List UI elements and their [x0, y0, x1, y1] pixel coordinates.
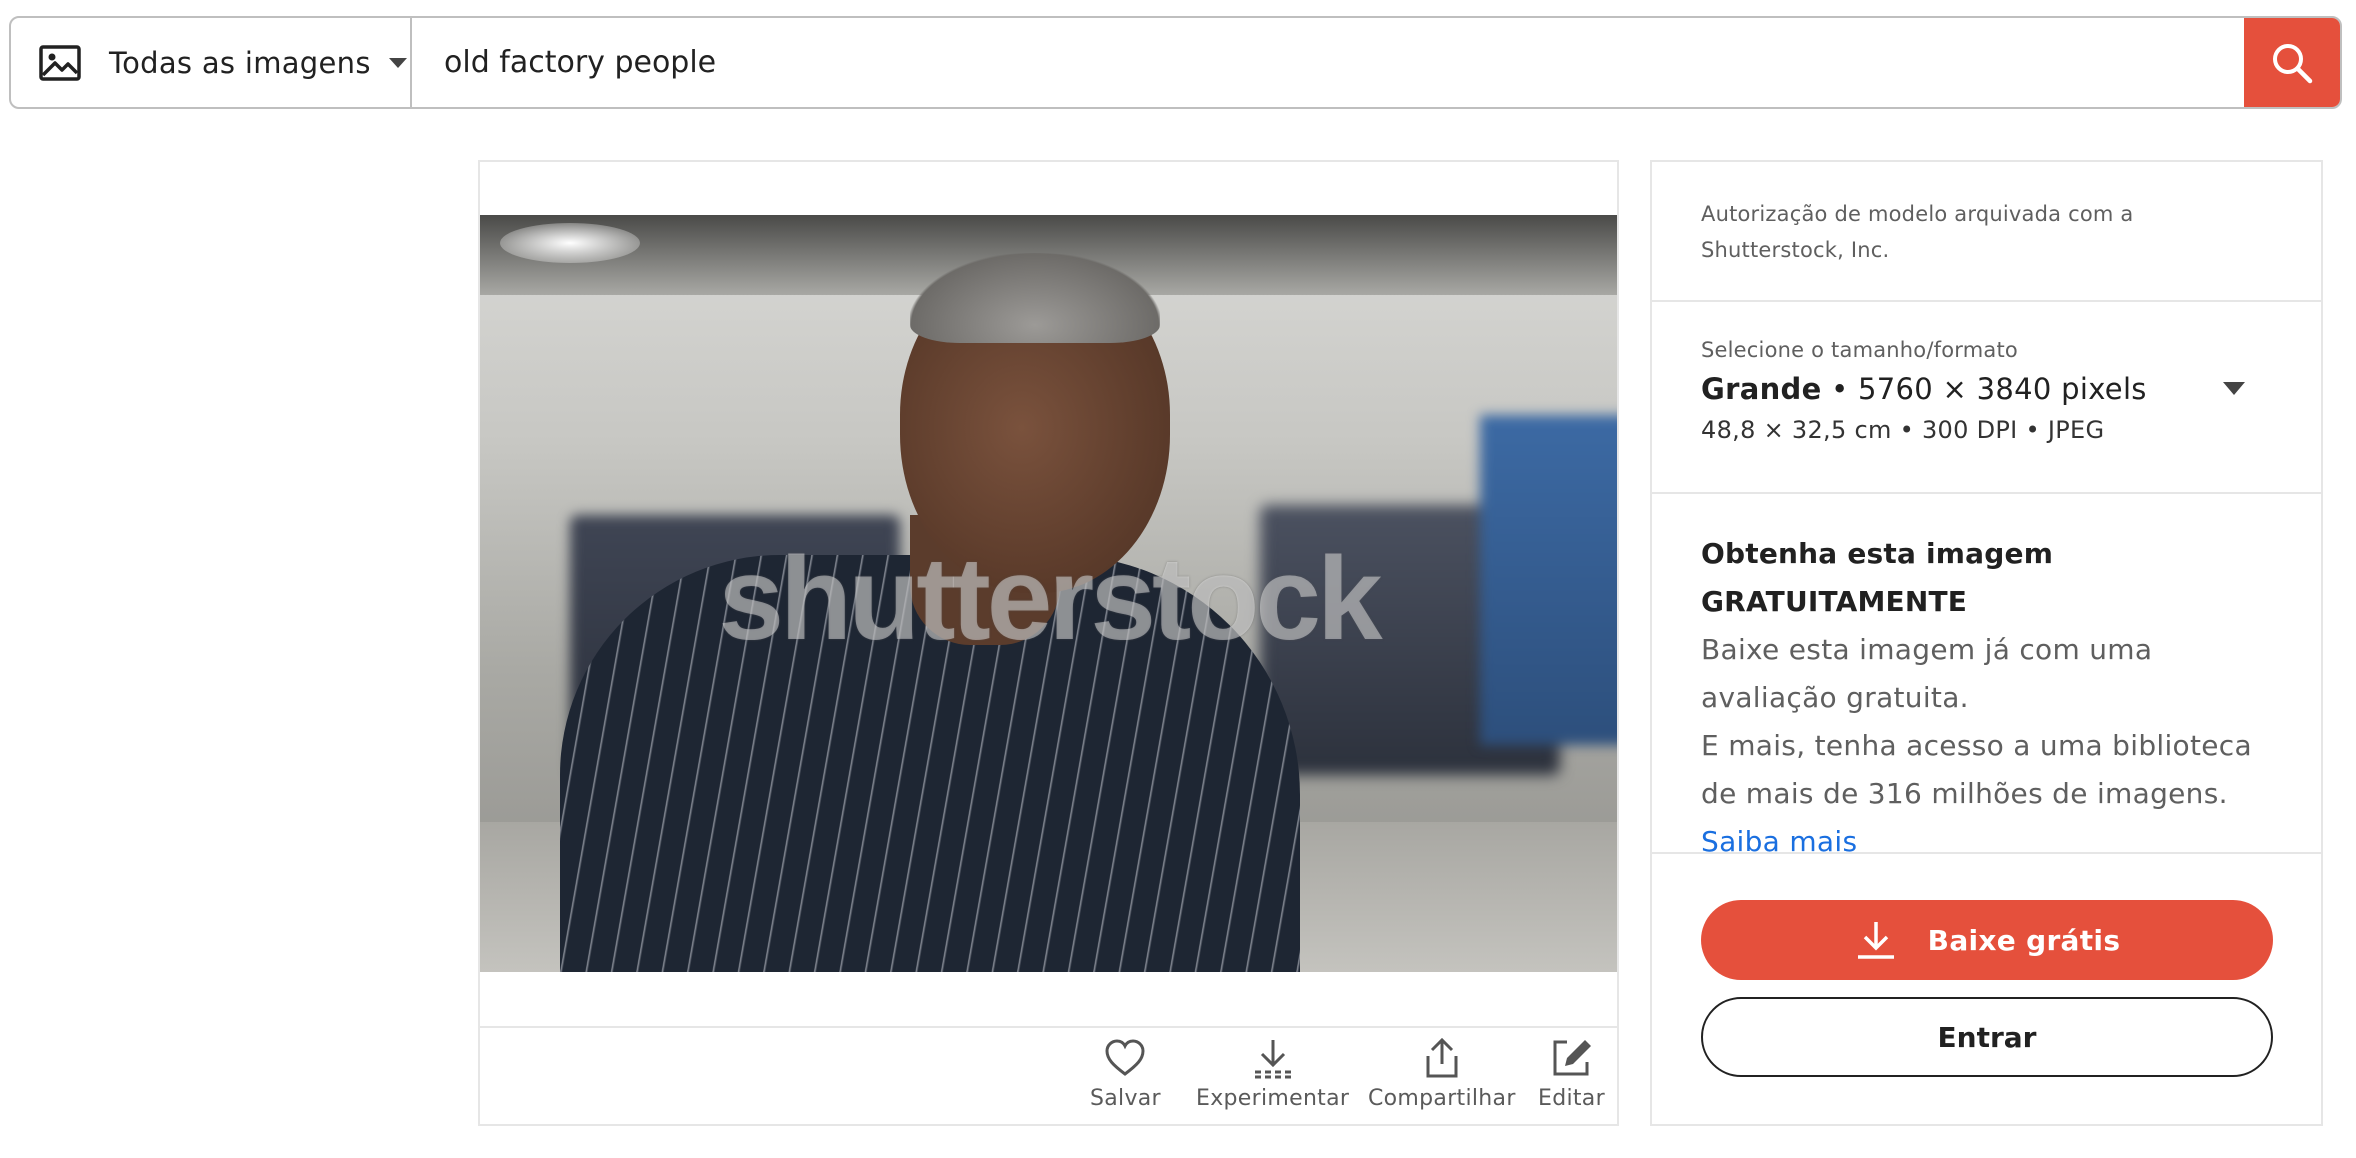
save-button[interactable]: Salvar — [1090, 1036, 1161, 1111]
photo-light — [500, 223, 640, 263]
image-actions-bar: Salvar Experimentar Compartilhar Editar — [480, 1026, 1617, 1124]
free-download-label: Baixe grátis — [1927, 923, 2121, 957]
size-format-selector[interactable]: Selecione o tamanho/formato Grande • 576… — [1652, 302, 2321, 494]
stock-photo: shutterstock — [480, 215, 1617, 972]
image-icon — [39, 44, 81, 81]
search-button[interactable] — [2244, 18, 2340, 107]
free-trial-text-1: Baixe esta imagem já com uma avaliação g… — [1701, 633, 2153, 714]
heart-icon — [1105, 1039, 1145, 1076]
learn-more-link[interactable]: Saiba mais — [1701, 818, 2281, 866]
try-button[interactable]: Experimentar — [1196, 1036, 1349, 1111]
free-download-button[interactable]: Baixe grátis — [1701, 900, 2273, 980]
search-bar: Todas as imagens — [9, 16, 2342, 109]
selected-size: Grande • 5760 × 3840 pixels — [1701, 372, 2281, 406]
image-preview-card: shutterstock Salvar Experimentar Compart… — [478, 160, 1619, 1126]
login-button[interactable]: Entrar — [1701, 997, 2273, 1077]
free-trial-section: Obtenha esta imagem GRATUITAMENTE Baixe … — [1652, 494, 2321, 858]
free-trial-title: Obtenha esta imagem GRATUITAMENTE — [1701, 537, 2054, 618]
chevron-down-icon — [388, 57, 407, 68]
image-type-dropdown[interactable]: Todas as imagens — [11, 18, 412, 107]
size-pixels: • 5760 × 3840 pixels — [1831, 372, 2147, 406]
download-dashed-icon — [1254, 1040, 1291, 1079]
watermark: shutterstock — [718, 533, 1382, 665]
edit-icon — [1553, 1040, 1592, 1076]
free-trial-text-2: E mais, tenha acesso a uma biblioteca de… — [1701, 729, 2252, 810]
license-sidebar: Autorização de modelo arquivada com a Sh… — [1650, 160, 2323, 1126]
share-icon — [1426, 1037, 1458, 1078]
size-format-label: Selecione o tamanho/formato — [1701, 338, 2018, 362]
search-icon — [2273, 43, 2313, 83]
model-release-section: Autorização de modelo arquivada com a Sh… — [1652, 162, 2321, 302]
model-release-text: Autorização de modelo arquivada com a Sh… — [1701, 202, 2134, 262]
size-specs: 48,8 × 32,5 cm • 300 DPI • JPEG — [1701, 416, 2105, 444]
share-label: Compartilhar — [1368, 1086, 1516, 1111]
try-label: Experimentar — [1196, 1086, 1350, 1111]
search-input[interactable] — [412, 18, 2244, 107]
login-label: Entrar — [1937, 1020, 2037, 1054]
download-icon — [1857, 922, 1894, 959]
share-button[interactable]: Compartilhar — [1368, 1036, 1516, 1111]
save-label: Salvar — [1090, 1086, 1161, 1111]
photo-hair — [910, 253, 1160, 343]
edit-label: Editar — [1538, 1086, 1605, 1111]
chevron-down-icon — [2223, 382, 2245, 395]
image-type-label: Todas as imagens — [109, 45, 371, 80]
size-name: Grande — [1701, 372, 1822, 406]
edit-button[interactable]: Editar — [1538, 1036, 1605, 1111]
